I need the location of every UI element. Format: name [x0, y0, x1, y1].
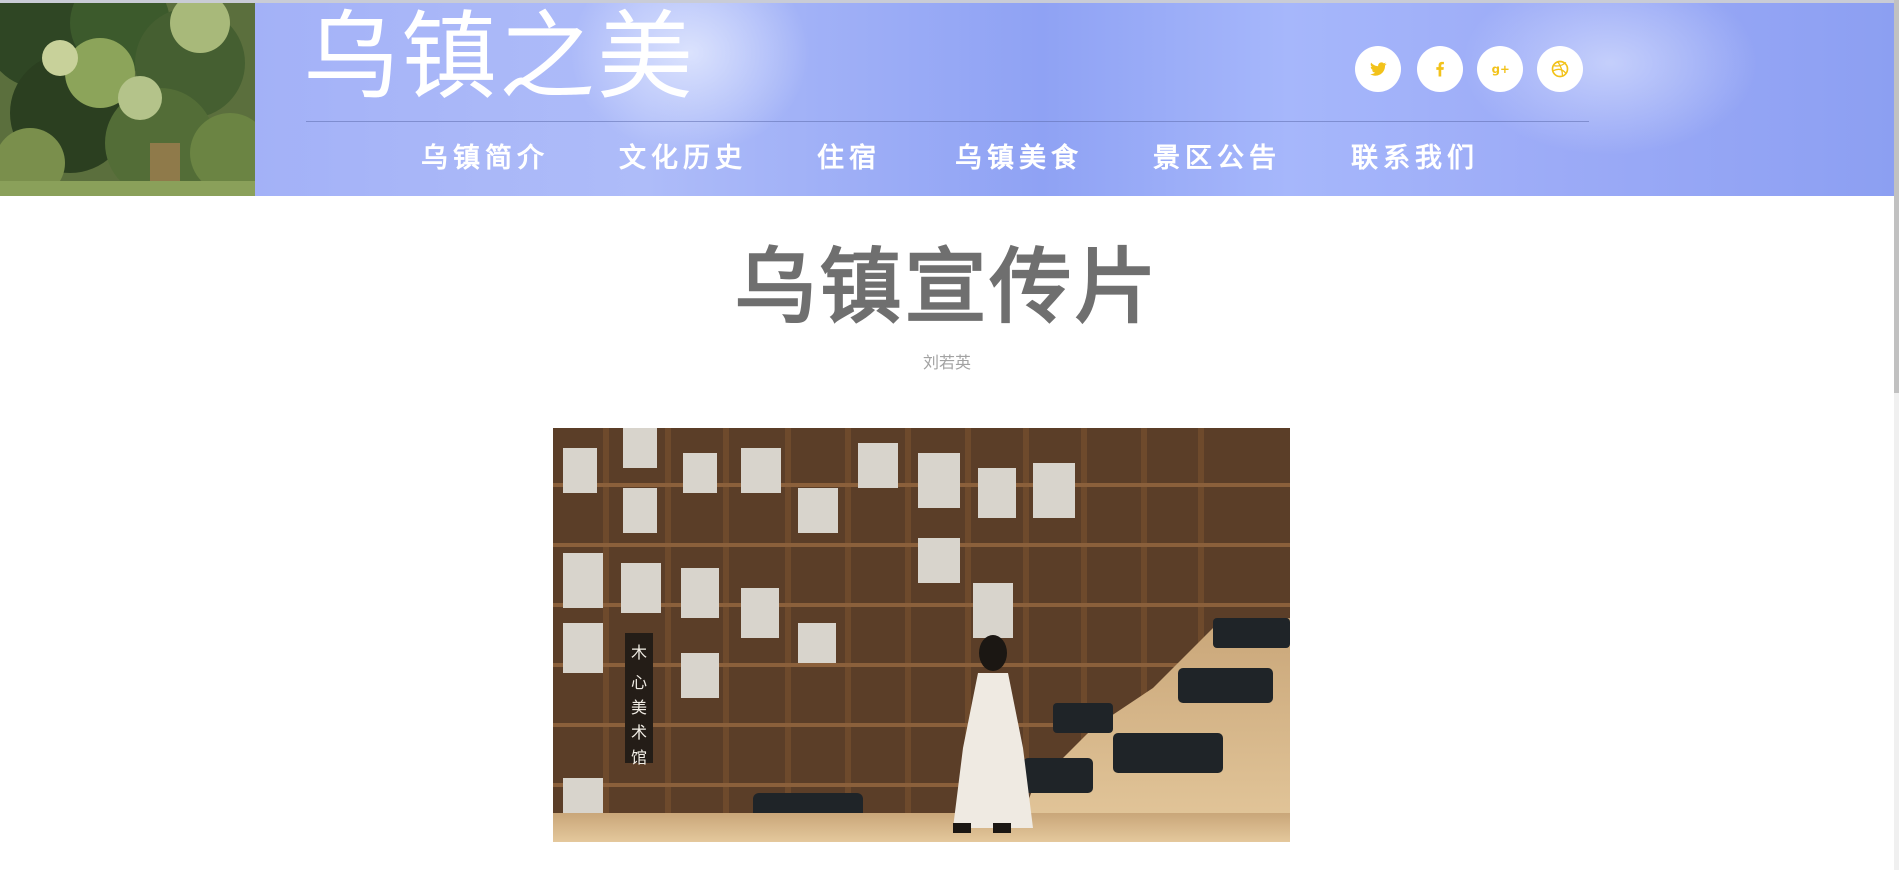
svg-text:心: 心: [631, 673, 647, 692]
svg-text:美: 美: [631, 698, 647, 717]
svg-text:木: 木: [631, 643, 647, 662]
promo-video-image[interactable]: 木 心 美 术 馆: [553, 428, 1290, 842]
header-divider: [306, 121, 1589, 122]
nav-item-contact[interactable]: 联系我们: [1351, 139, 1479, 179]
nav-item-intro[interactable]: 乌镇简介: [421, 139, 549, 179]
nav-item-lodging[interactable]: 住宿: [817, 139, 881, 179]
facebook-icon[interactable]: [1417, 46, 1463, 92]
scrollbar-thumb[interactable]: [1894, 0, 1899, 393]
site-title[interactable]: 乌镇之美: [303, 3, 695, 111]
nav-item-announcements[interactable]: 景区公告: [1153, 139, 1281, 179]
author-name: 刘若英: [922, 353, 971, 372]
twitter-icon[interactable]: [1355, 46, 1401, 92]
svg-text:馆: 馆: [631, 748, 647, 767]
dribbble-icon[interactable]: [1537, 46, 1583, 92]
header-tree-image: [0, 3, 255, 196]
svg-text:术: 术: [631, 723, 647, 742]
site-header: 乌镇之美 g+ 乌镇简介 文化历史 住宿 乌镇美食 景区公告 联系我们: [0, 3, 1894, 196]
google-plus-icon[interactable]: g+: [1477, 46, 1523, 92]
svg-text:g+: g+: [1492, 62, 1510, 76]
nav-item-culture-history[interactable]: 文化历史: [619, 139, 747, 179]
page-title: 乌镇宣传片: [734, 240, 1160, 335]
nav-item-food[interactable]: 乌镇美食: [955, 139, 1083, 179]
